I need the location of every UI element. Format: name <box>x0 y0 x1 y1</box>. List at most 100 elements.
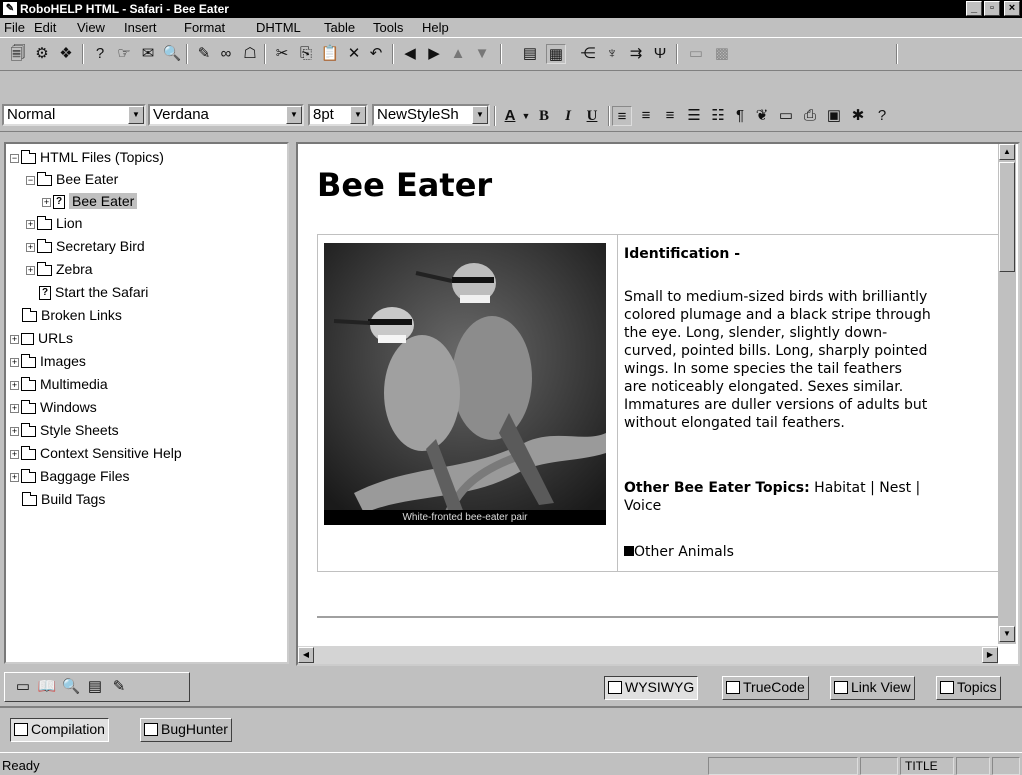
back-arrow-icon[interactable]: ◀ <box>400 44 420 64</box>
robohelp-app-icon[interactable]: ✎ <box>3 2 17 15</box>
tree-item-secretary-bird[interactable]: + Secretary Bird <box>26 235 145 257</box>
forward-arrow-icon[interactable]: ▶ <box>424 44 444 64</box>
hierarchy-icon[interactable]: ♆ <box>602 44 622 64</box>
scroll-left-icon[interactable]: ◀ <box>298 647 314 663</box>
size-select[interactable]: 8pt ▼ <box>308 104 368 126</box>
cut-icon[interactable]: ✂ <box>272 44 292 64</box>
tab-compilation[interactable]: Compilation <box>10 718 109 742</box>
comment-icon[interactable]: ▭ <box>776 106 796 126</box>
menu-dhtml[interactable]: DHTML <box>256 20 301 35</box>
tab-topics[interactable]: Topics <box>936 676 1001 700</box>
tab-link-view[interactable]: Link View <box>830 676 915 700</box>
pencil-icon[interactable]: ✎ <box>194 44 214 64</box>
topic-properties-icon[interactable]: ✉ <box>138 44 158 64</box>
menu-table[interactable]: Table <box>324 20 355 35</box>
fork-icon[interactable]: Ψ <box>650 44 670 64</box>
minimize-icon[interactable]: _ <box>966 1 982 16</box>
wysiwyg-editor[interactable]: Bee Eater White-fronted bee-eater pair I… <box>296 142 1020 666</box>
paragraph-icon[interactable]: ¶ <box>730 106 750 126</box>
effects-icon[interactable]: ✱ <box>848 106 868 126</box>
project-tab-icon[interactable]: ▭ <box>13 677 33 697</box>
scroll-up-icon[interactable]: ▲ <box>999 144 1015 160</box>
other-topics-links[interactable]: Habitat | Nest | <box>814 480 920 496</box>
expand-icon[interactable]: + <box>26 219 35 229</box>
tree-item-style-sheets[interactable]: + Style Sheets <box>10 419 119 441</box>
image-icon[interactable]: ❦ <box>752 106 772 126</box>
expand-icon[interactable]: + <box>10 449 19 459</box>
numbered-list-icon[interactable]: ☰ <box>684 106 704 126</box>
expand-icon[interactable]: + <box>42 197 51 207</box>
tree-item-broken-links[interactable]: Broken Links <box>22 304 122 326</box>
tree-item-urls[interactable]: + URLs <box>10 327 73 349</box>
bee-eater-photo[interactable]: White-fronted bee-eater pair <box>324 243 606 525</box>
chevron-down-icon[interactable]: ▼ <box>516 106 536 126</box>
font-select[interactable]: Verdana ▼ <box>148 104 304 126</box>
menu-tools[interactable]: Tools <box>373 20 403 35</box>
expand-icon[interactable]: + <box>26 242 35 252</box>
compile-icon[interactable]: ⚙ <box>32 44 52 64</box>
menu-help[interactable]: Help <box>422 20 449 35</box>
delete-icon[interactable]: ✕ <box>344 44 364 64</box>
insert-object-icon[interactable]: ⎙ <box>800 106 820 126</box>
branch-right-icon[interactable]: ⇉ <box>626 44 646 64</box>
vertical-scrollbar[interactable]: ▲ ▼ <box>998 144 1016 644</box>
expand-icon[interactable]: + <box>10 380 19 390</box>
help-icon[interactable]: ? <box>872 106 892 126</box>
italic-icon[interactable]: I <box>558 106 578 126</box>
align-left-icon[interactable]: ≡ <box>612 106 632 126</box>
align-right-icon[interactable]: ≡ <box>660 106 680 126</box>
toc-tab-icon[interactable]: 📖 <box>37 677 57 697</box>
chevron-down-icon[interactable]: ▼ <box>128 106 144 124</box>
tree-item-lion[interactable]: + Lion <box>26 212 82 234</box>
undo-icon[interactable]: ↶ <box>366 44 386 64</box>
scroll-right-icon[interactable]: ▶ <box>982 647 998 663</box>
scroll-thumb[interactable] <box>999 162 1015 272</box>
scroll-down-icon[interactable]: ▼ <box>999 626 1015 642</box>
bulleted-list-icon[interactable]: ☷ <box>708 106 728 126</box>
project-tree[interactable]: − HTML Files (Topics) − Bee Eater +? Bee Ea… <box>4 142 289 664</box>
menu-edit[interactable]: Edit <box>34 20 56 35</box>
tree-item-zebra[interactable]: + Zebra <box>26 258 93 280</box>
menu-insert[interactable]: Insert <box>124 20 157 35</box>
list-tab-icon[interactable]: ▤ <box>85 677 105 697</box>
copy-icon[interactable]: ⎘ <box>296 44 316 64</box>
tree-item-windows[interactable]: + Windows <box>10 396 97 418</box>
expand-icon[interactable]: + <box>26 265 35 275</box>
down-arrow-icon[interactable]: ▼ <box>472 44 492 64</box>
form-icon[interactable]: ▣ <box>824 106 844 126</box>
expand-icon[interactable]: + <box>10 334 19 344</box>
align-center-icon[interactable]: ≡ <box>636 106 656 126</box>
tree-item-context-sensitive-help[interactable]: + Context Sensitive Help <box>10 442 182 464</box>
expand-icon[interactable]: + <box>10 357 19 367</box>
tree-item-baggage-files[interactable]: + Baggage Files <box>10 465 130 487</box>
collapse-icon[interactable]: − <box>10 153 19 163</box>
chevron-down-icon[interactable]: ▼ <box>472 106 488 124</box>
table-grid-icon[interactable]: ▦ <box>546 44 566 64</box>
tree-item-build-tags[interactable]: Build Tags <box>22 488 105 510</box>
table-icon[interactable]: ▤ <box>520 44 540 64</box>
tree-item-bee-eater-topic[interactable]: +? Bee Eater <box>42 190 138 212</box>
frame-icon[interactable]: ▭ <box>686 44 706 64</box>
tab-truecode[interactable]: TrueCode <box>722 676 809 700</box>
bold-icon[interactable]: B <box>534 106 554 126</box>
menu-view[interactable]: View <box>77 20 105 35</box>
index-tab-icon[interactable]: 🔍 <box>61 677 81 697</box>
tree-item-bee-eater-folder[interactable]: − Bee Eater <box>26 168 118 190</box>
style-select[interactable]: Normal ▼ <box>2 104 146 126</box>
chevron-down-icon[interactable]: ▼ <box>350 106 366 124</box>
horizontal-scrollbar[interactable]: ◀ ▶ <box>298 646 998 664</box>
expand-icon[interactable]: + <box>10 403 19 413</box>
paste-icon[interactable]: 📋 <box>320 44 340 64</box>
chevron-down-icon[interactable]: ▼ <box>286 106 302 124</box>
tree-item-html-files[interactable]: − HTML Files (Topics) <box>10 146 164 168</box>
stylesheet-select[interactable]: NewStyleSh ▼ <box>372 104 490 126</box>
maximize-icon[interactable]: ▫ <box>984 1 1000 16</box>
underline-icon[interactable]: U <box>582 106 602 126</box>
menu-file[interactable]: File <box>4 20 25 35</box>
spelling-icon[interactable]: ∞ <box>216 44 236 64</box>
tools-tab-icon[interactable]: ✎ <box>109 677 129 697</box>
menu-format[interactable]: Format <box>184 20 225 35</box>
tab-wysiwyg[interactable]: WYSIWYG <box>604 676 699 700</box>
other-animals-link[interactable]: Other Animals <box>624 543 734 561</box>
close-icon[interactable]: × <box>1004 1 1020 16</box>
